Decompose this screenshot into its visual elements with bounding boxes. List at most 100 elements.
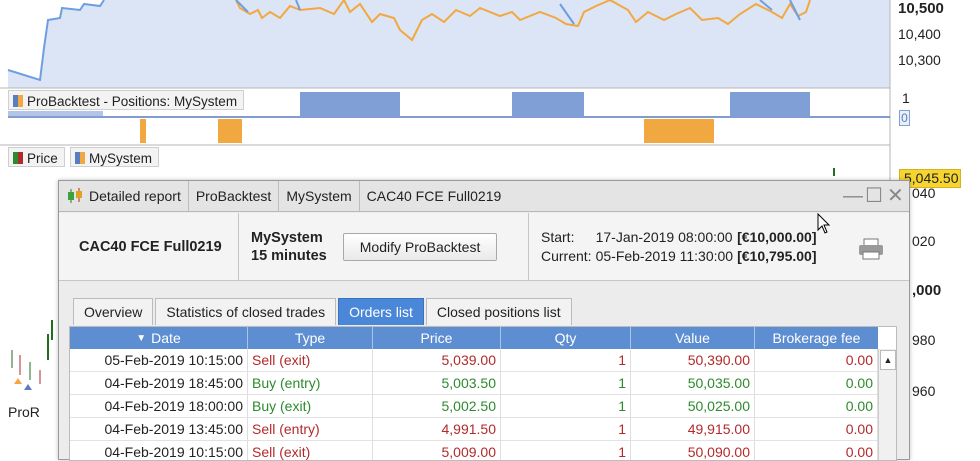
tab-statistics-closed-trades[interactable]: Statistics of closed trades [155, 298, 337, 325]
table-header: ▼ Date Type Price Qty Value Brokerage fe… [70, 327, 878, 349]
cell-value: 50,025.00 [631, 395, 755, 417]
tab-closed-positions-list[interactable]: Closed positions list [425, 298, 572, 325]
cell-type: Sell (exit) [248, 349, 373, 371]
instrument-name: CAC40 FCE Full0219 [59, 213, 239, 280]
date-range: Start: 17-Jan-2019 08:00:00 [€10,000.00]… [529, 213, 859, 280]
column-header-date[interactable]: ▼ Date [70, 327, 248, 349]
title-detailed-report: Detailed report [59, 181, 189, 211]
axis-label: 020 [912, 233, 936, 249]
cell-date: 04-Feb-2019 10:15:00 [70, 441, 248, 460]
title-segment: ProBacktest [189, 181, 280, 211]
cell-qty: 1 [501, 418, 631, 440]
title-segment: MySystem [279, 181, 360, 211]
equity-area [8, 0, 890, 88]
legend-label: ProBacktest - Positions: MySystem [27, 93, 238, 109]
cell-fee: 0.00 [755, 395, 878, 417]
cell-price: 4,991.50 [373, 418, 501, 440]
axis-label: 10,300 [898, 52, 941, 68]
legend-swatch [18, 95, 23, 107]
cell-qty: 1 [501, 395, 631, 417]
axis-label: ,000 [912, 282, 942, 299]
column-header-brokerage-fee[interactable]: Brokerage fee [755, 327, 878, 349]
column-header-qty[interactable]: Qty [501, 327, 631, 349]
cell-fee: 0.00 [755, 372, 878, 394]
cell-qty: 1 [501, 372, 631, 394]
orders-table: ▼ Date Type Price Qty Value Brokerage fe… [69, 326, 897, 461]
axis-label: 10,400 [898, 26, 941, 42]
axis-label: 960 [912, 383, 936, 399]
cell-price: 5,003.50 [373, 372, 501, 394]
date-table: Start: 17-Jan-2019 08:00:00 [€10,000.00]… [541, 228, 821, 266]
cell-price: 5,039.00 [373, 349, 501, 371]
cell-type: Buy (exit) [248, 395, 373, 417]
current-capital: [€10,795.00] [737, 247, 817, 264]
legend-label: Price [27, 150, 58, 166]
cell-price: 5,009.00 [373, 441, 501, 460]
column-header-value[interactable]: Value [631, 327, 755, 349]
system-name: MySystem [251, 229, 323, 246]
current-value: 05-Feb-2019 11:30:00 [595, 247, 734, 264]
window-titlebar[interactable]: Detailed report ProBacktest MySystem CAC… [59, 181, 909, 212]
column-header-price[interactable]: Price [373, 327, 501, 349]
cell-fee: 0.00 [755, 441, 878, 460]
minimize-icon[interactable]: — [843, 185, 863, 207]
scroll-up-icon[interactable]: ▲ [880, 350, 896, 370]
printer-icon[interactable] [857, 238, 885, 260]
axis-label: 980 [912, 332, 936, 348]
price-legend[interactable]: Price [8, 147, 65, 167]
cell-type: Sell (exit) [248, 441, 373, 460]
candlestick-icon [68, 188, 82, 203]
window-controls: — ☐ ✕ [843, 185, 904, 207]
cell-value: 50,035.00 [631, 372, 755, 394]
table-row[interactable]: 04-Feb-2019 10:15:00 Sell (exit) 5,009.0… [70, 441, 878, 460]
cell-fee: 0.00 [755, 349, 878, 371]
table-row[interactable]: 04-Feb-2019 18:00:00 Buy (exit) 5,002.50… [70, 395, 878, 418]
order-bars [140, 119, 714, 143]
title-segment: CAC40 FCE Full0219 [366, 188, 502, 204]
cell-fee: 0.00 [755, 418, 878, 440]
cell-value: 50,390.00 [631, 349, 755, 371]
tab-orders-list[interactable]: Orders list [338, 298, 424, 325]
legend-swatch [18, 152, 23, 164]
start-capital: [€10,000.00] [737, 228, 817, 245]
start-value: 17-Jan-2019 08:00:00 [595, 228, 733, 245]
cell-value: 49,915.00 [631, 418, 755, 440]
table-row[interactable]: 05-Feb-2019 10:15:00 Sell (exit) 5,039.0… [70, 349, 878, 372]
cell-price: 5,002.50 [373, 395, 501, 417]
cell-type: Buy (entry) [248, 372, 373, 394]
cell-date: 04-Feb-2019 13:45:00 [70, 418, 248, 440]
cell-value: 50,090.00 [631, 441, 755, 460]
timeframe: 15 minutes [251, 247, 327, 264]
report-tabs: Overview Statistics of closed trades Ord… [73, 298, 572, 325]
logo-fragment: ProR [8, 404, 40, 420]
system-info: MySystem 15 minutes Modify ProBacktest [239, 213, 529, 280]
cell-type: Sell (entry) [248, 418, 373, 440]
legend-swatch [80, 152, 85, 164]
positions-legend[interactable]: ProBacktest - Positions: MySystem [8, 90, 245, 110]
close-icon[interactable]: ✕ [887, 185, 904, 207]
legend-label: MySystem [89, 150, 153, 166]
column-header-type[interactable]: Type [248, 327, 373, 349]
system-legend[interactable]: MySystem [70, 147, 160, 167]
tab-overview[interactable]: Overview [73, 298, 154, 325]
detailed-report-window: Detailed report ProBacktest MySystem CAC… [58, 180, 910, 461]
cell-date: 04-Feb-2019 18:45:00 [70, 372, 248, 394]
modify-probacktest-button[interactable]: Modify ProBacktest [342, 232, 498, 261]
cell-date: 05-Feb-2019 10:15:00 [70, 349, 248, 371]
current-label: Current: [541, 247, 592, 264]
column-header-label: Date [151, 330, 181, 346]
position-axis-label: 1 [902, 90, 910, 106]
mouse-cursor-icon [817, 213, 831, 234]
cell-qty: 1 [501, 441, 631, 460]
arrow-markers [14, 378, 32, 390]
title-segment: Detailed report [89, 188, 181, 204]
cell-date: 04-Feb-2019 18:00:00 [70, 395, 248, 417]
table-scrollbar[interactable]: ▲ [878, 349, 896, 460]
table-row[interactable]: 04-Feb-2019 13:45:00 Sell (entry) 4,991.… [70, 418, 878, 441]
table-row[interactable]: 04-Feb-2019 18:45:00 Buy (entry) 5,003.5… [70, 372, 878, 395]
maximize-icon[interactable]: ☐ [865, 185, 883, 207]
position-axis-value: 0 [899, 110, 910, 126]
sort-desc-icon: ▼ [136, 332, 147, 344]
cell-qty: 1 [501, 349, 631, 371]
axis-label: 040 [912, 185, 936, 201]
